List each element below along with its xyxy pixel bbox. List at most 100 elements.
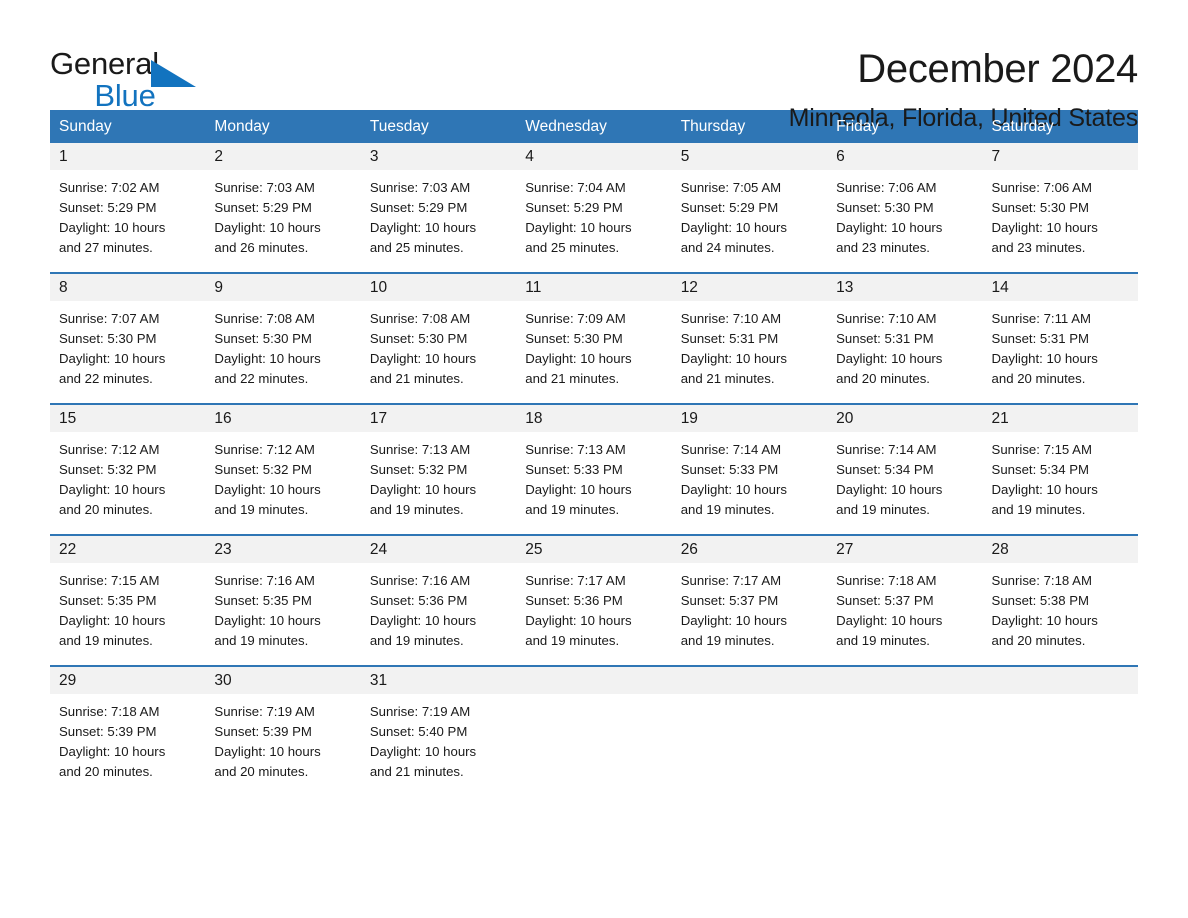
calendar-week-row: 29 Sunrise: 7:18 AM Sunset: 5:39 PM Dayligh… [50,665,1138,796]
sunrise-text: Sunrise: 7:10 AM [836,311,937,326]
calendar-day-cell[interactable]: 9 Sunrise: 7:08 AM Sunset: 5:30 PM Daylight… [205,274,361,403]
day-number: 22 [50,536,206,563]
day-details: Sunrise: 7:13 AM Sunset: 5:32 PM Daylight:… [361,432,516,520]
daylight-text-line2: and 19 minutes. [369,633,464,648]
day-details: Sunrise: 7:10 AM Sunset: 5:31 PM Daylight:… [672,301,827,389]
sunset-text: Sunset: 5:32 PM [59,462,157,477]
day-details: Sunrise: 7:15 AM Sunset: 5:35 PM Daylight:… [50,563,205,651]
daylight-text-line2: and 19 minutes. [991,502,1086,517]
day-details: Sunrise: 7:07 AM Sunset: 5:30 PM Daylight:… [50,301,205,389]
daylight-text-line1: Daylight: 10 hours [680,613,787,628]
sunset-text: Sunset: 5:36 PM [369,593,468,608]
sunrise-text: Sunrise: 7:08 AM [214,311,315,326]
calendar-day-cell[interactable]: 20 Sunrise: 7:14 AM Sunset: 5:34 PM Dayligh… [827,405,983,534]
calendar-day-cell[interactable]: 18 Sunrise: 7:13 AM Sunset: 5:33 PM Dayligh… [516,405,672,534]
daylight-text-line2: and 25 minutes. [369,240,464,255]
day-number [516,667,672,694]
calendar-day-cell[interactable]: 21 Sunrise: 7:15 AM Sunset: 5:34 PM Dayligh… [982,405,1138,534]
sunset-text: Sunset: 5:30 PM [525,331,623,346]
daylight-text-line1: Daylight: 10 hours [680,351,787,366]
calendar-day-cell[interactable]: 24 Sunrise: 7:16 AM Sunset: 5:36 PM Dayligh… [360,536,517,665]
calendar-day-cell[interactable]: 5 Sunrise: 7:05 AM Sunset: 5:29 PM Daylight… [671,143,828,272]
calendar-day-cell[interactable]: 23 Sunrise: 7:16 AM Sunset: 5:35 PM Dayligh… [205,536,361,665]
calendar-day-cell[interactable]: 10 Sunrise: 7:08 AM Sunset: 5:30 PM Dayligh… [360,274,517,403]
sunrise-text: Sunrise: 7:15 AM [59,573,160,588]
sunset-text: Sunset: 5:30 PM [991,200,1090,215]
day-number [671,667,828,694]
day-details: Sunrise: 7:16 AM Sunset: 5:35 PM Daylight:… [205,563,360,651]
sunrise-text: Sunrise: 7:07 AM [59,311,160,326]
day-number: 16 [205,405,361,432]
day-details: Sunrise: 7:02 AM Sunset: 5:29 PM Daylight:… [50,170,205,258]
calendar-day-cell[interactable]: 14 Sunrise: 7:11 AM Sunset: 5:31 PM Dayligh… [982,274,1138,403]
daylight-text-line1: Daylight: 10 hours [991,482,1098,497]
sunrise-text: Sunrise: 7:16 AM [214,573,315,588]
day-number: 18 [516,405,672,432]
sunrise-text: Sunrise: 7:12 AM [59,442,160,457]
sunset-text: Sunset: 5:31 PM [991,331,1090,346]
calendar-day-cell[interactable]: 12 Sunrise: 7:10 AM Sunset: 5:31 PM Dayligh… [671,274,828,403]
sunrise-text: Sunrise: 7:09 AM [525,311,626,326]
sunrise-text: Sunrise: 7:19 AM [214,704,315,719]
brand-logo[interactable]: General Blue [50,48,200,111]
calendar-day-cell[interactable]: 7 Sunrise: 7:06 AM Sunset: 5:30 PM Daylight… [982,143,1138,272]
calendar-day-cell[interactable]: 16 Sunrise: 7:12 AM Sunset: 5:32 PM Dayligh… [205,405,361,534]
day-number: 1 [50,143,206,170]
calendar-day-cell[interactable]: 27 Sunrise: 7:18 AM Sunset: 5:37 PM Dayligh… [827,536,983,665]
sunset-text: Sunset: 5:31 PM [680,331,779,346]
calendar-day-cell[interactable]: 22 Sunrise: 7:15 AM Sunset: 5:35 PM Dayligh… [50,536,206,665]
daylight-text-line1: Daylight: 10 hours [680,220,787,235]
calendar-day-cell[interactable]: 2 Sunrise: 7:03 AM Sunset: 5:29 PM Daylight… [205,143,361,272]
sunset-text: Sunset: 5:38 PM [991,593,1090,608]
daylight-text-line2: and 19 minutes. [836,633,930,648]
weekday-header-saturday: Saturday [991,118,1054,135]
daylight-text-line1: Daylight: 10 hours [991,613,1098,628]
daylight-text-line2: and 19 minutes. [525,633,620,648]
calendar-day-cell[interactable]: 19 Sunrise: 7:14 AM Sunset: 5:33 PM Dayligh… [671,405,828,534]
calendar-day-cell[interactable]: 3 Sunrise: 7:03 AM Sunset: 5:29 PM Daylight… [360,143,517,272]
calendar-day-cell[interactable]: 28 Sunrise: 7:18 AM Sunset: 5:38 PM Dayligh… [982,536,1138,665]
sunrise-text: Sunrise: 7:10 AM [680,311,782,326]
calendar-day-cell[interactable]: 30 Sunrise: 7:19 AM Sunset: 5:39 PM Dayligh… [205,667,361,796]
calendar-day-cell[interactable]: 15 Sunrise: 7:12 AM Sunset: 5:32 PM Dayligh… [50,405,206,534]
day-number: 3 [360,143,517,170]
sunrise-text: Sunrise: 7:11 AM [991,311,1091,326]
day-details: Sunrise: 7:10 AM Sunset: 5:31 PM Daylight:… [827,301,982,389]
day-details: Sunrise: 7:08 AM Sunset: 5:30 PM Daylight:… [205,301,360,389]
daylight-text-line2: and 23 minutes. [836,240,930,255]
daylight-text-line2: and 19 minutes. [369,502,464,517]
day-number: 6 [827,143,983,170]
weekday-header-monday: Monday [214,118,270,135]
calendar-day-cell[interactable]: 8 Sunrise: 7:07 AM Sunset: 5:30 PM Daylight… [50,274,206,403]
day-details: Sunrise: 7:06 AM Sunset: 5:30 PM Daylight:… [827,170,982,258]
day-details: Sunrise: 7:19 AM Sunset: 5:40 PM Daylight:… [361,694,516,782]
daylight-text-line2: and 21 minutes. [369,371,464,386]
calendar-day-cell[interactable]: 4 Sunrise: 7:04 AM Sunset: 5:29 PM Daylight… [516,143,672,272]
calendar-day-cell[interactable]: 25 Sunrise: 7:17 AM Sunset: 5:36 PM Dayligh… [516,536,672,665]
calendar-day-cell[interactable]: 17 Sunrise: 7:13 AM Sunset: 5:32 PM Dayligh… [360,405,517,534]
daylight-text-line2: and 19 minutes. [680,502,775,517]
day-details: Sunrise: 7:12 AM Sunset: 5:32 PM Daylight:… [205,432,360,520]
calendar-day-cell[interactable]: 29 Sunrise: 7:18 AM Sunset: 5:39 PM Dayligh… [50,667,206,796]
daylight-text-line1: Daylight: 10 hours [525,220,632,235]
calendar-day-cell[interactable]: 11 Sunrise: 7:09 AM Sunset: 5:30 PM Dayligh… [516,274,672,403]
calendar-day-cell[interactable]: 26 Sunrise: 7:17 AM Sunset: 5:37 PM Dayligh… [671,536,828,665]
day-details: Sunrise: 7:18 AM Sunset: 5:39 PM Daylight:… [50,694,205,782]
day-details: Sunrise: 7:06 AM Sunset: 5:30 PM Daylight:… [983,170,1138,258]
calendar-day-cell[interactable]: 13 Sunrise: 7:10 AM Sunset: 5:31 PM Dayligh… [827,274,983,403]
calendar-week-row: 15 Sunrise: 7:12 AM Sunset: 5:32 PM Dayligh… [50,403,1138,534]
calendar-day-cell[interactable]: 1 Sunrise: 7:02 AM Sunset: 5:29 PM Daylight… [50,143,206,272]
day-number: 31 [360,667,517,694]
daylight-text-line1: Daylight: 10 hours [836,613,943,628]
day-number: 28 [982,536,1138,563]
sunset-text: Sunset: 5:30 PM [836,200,934,215]
daylight-text-line1: Daylight: 10 hours [369,482,477,497]
daylight-text-line2: and 26 minutes. [214,240,309,255]
day-details: Sunrise: 7:14 AM Sunset: 5:34 PM Daylight:… [827,432,982,520]
calendar-day-cell[interactable]: 6 Sunrise: 7:06 AM Sunset: 5:30 PM Daylight… [827,143,983,272]
calendar-day-cell[interactable]: 31 Sunrise: 7:19 AM Sunset: 5:40 PM Dayligh… [360,667,517,796]
sunset-text: Sunset: 5:34 PM [836,462,934,477]
day-number: 2 [205,143,361,170]
daylight-text-line1: Daylight: 10 hours [59,220,166,235]
daylight-text-line1: Daylight: 10 hours [991,220,1098,235]
